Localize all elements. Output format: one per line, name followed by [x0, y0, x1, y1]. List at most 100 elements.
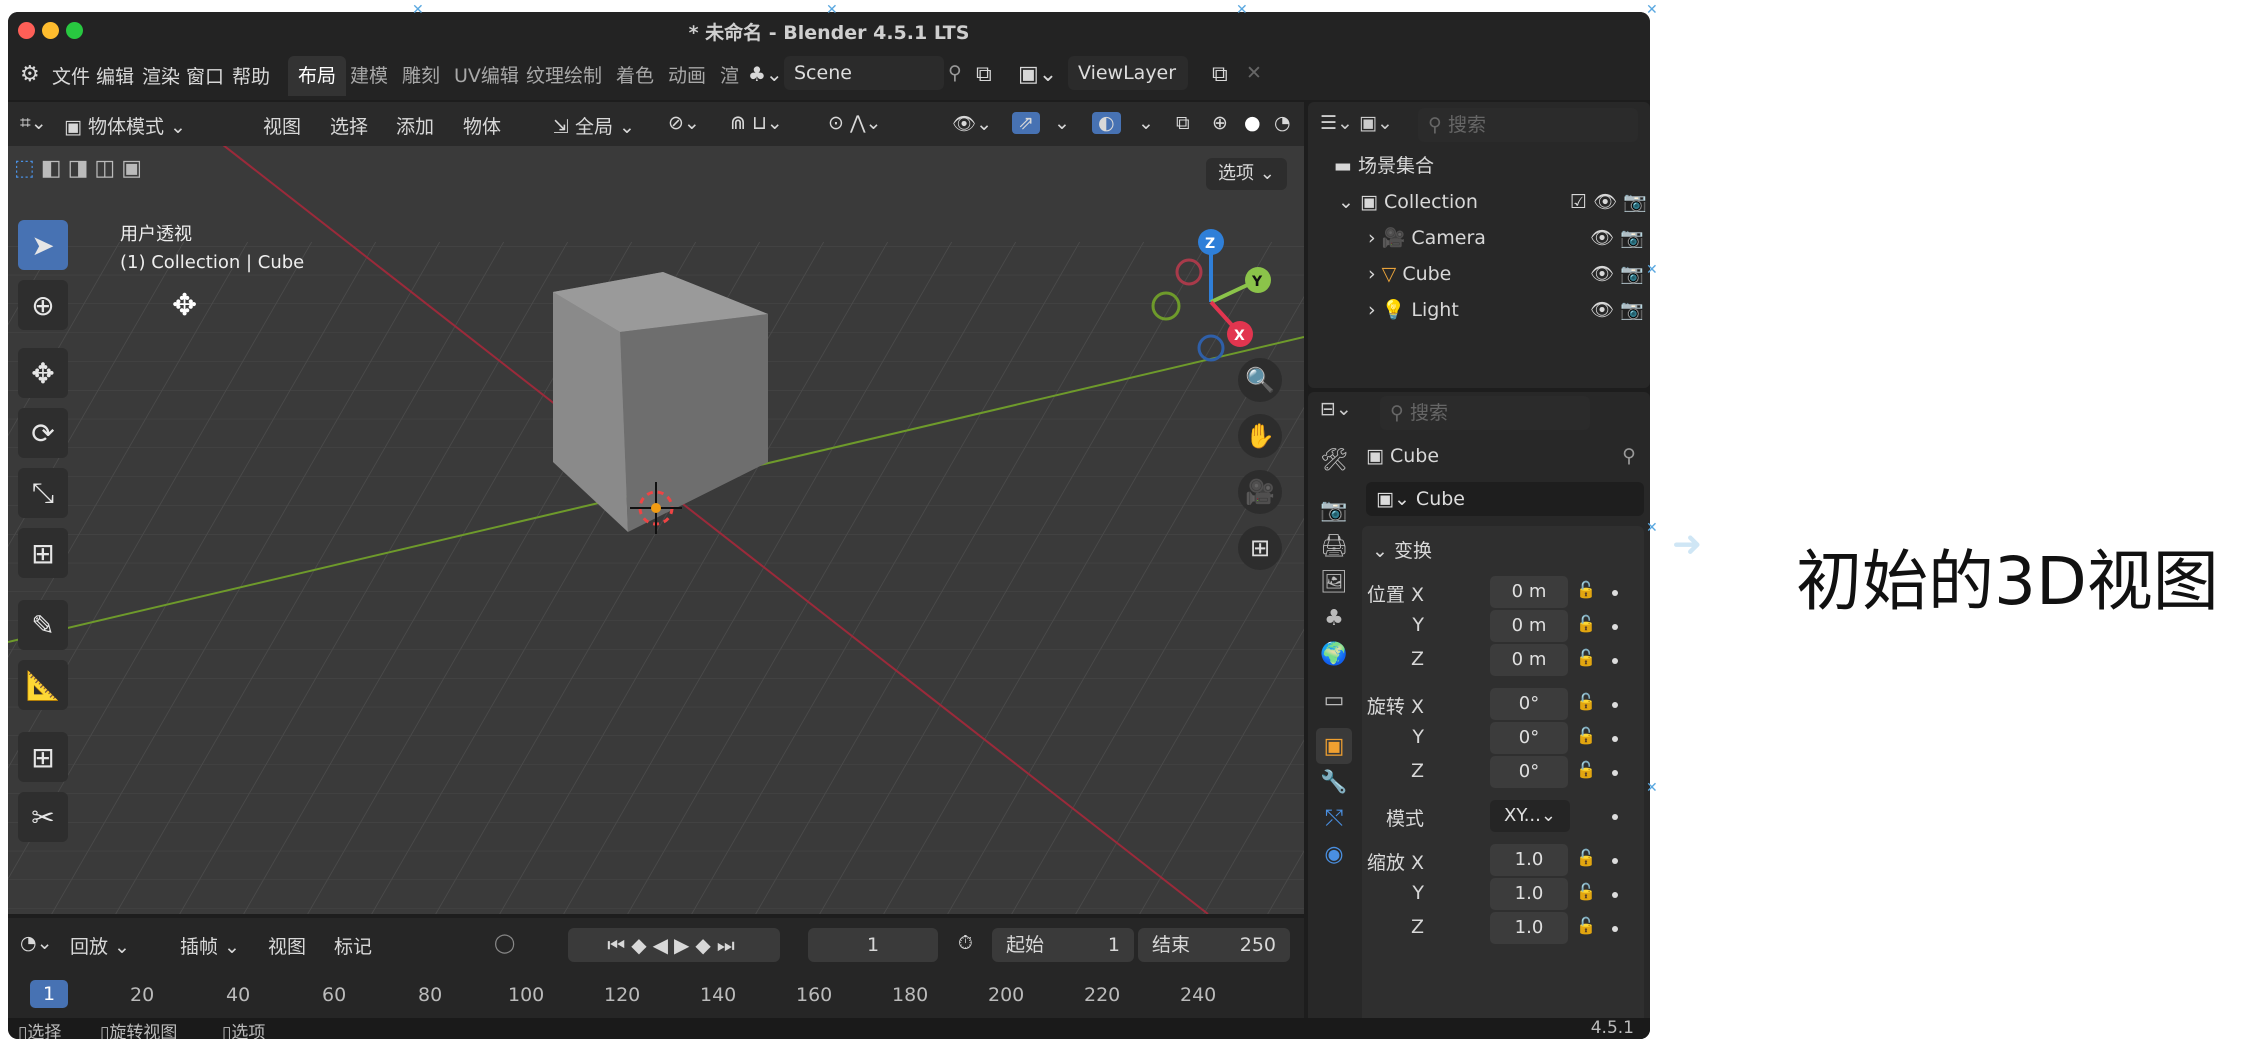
- keyframe-dot[interactable]: [1612, 658, 1618, 664]
- viewlayer-selector[interactable]: ViewLayer: [1068, 56, 1188, 90]
- lock-icon[interactable]: 🔓: [1576, 614, 1596, 633]
- overlay-toggle-icon[interactable]: ◐: [1092, 112, 1121, 134]
- outliner-item-camera[interactable]: › 🎥 Camera 👁 📷: [1308, 220, 1650, 256]
- start-frame-field[interactable]: 起始 1: [992, 928, 1134, 962]
- rotation-x-field[interactable]: 0°: [1490, 688, 1568, 720]
- timeline-menu-view[interactable]: 视图: [268, 932, 306, 959]
- proportional-edit-icon[interactable]: ⊙ ⋀⌄: [828, 112, 881, 134]
- workspace-tab-texture-paint[interactable]: 纹理绘制: [516, 56, 612, 96]
- rotation-y-field[interactable]: 0°: [1490, 722, 1568, 754]
- workspace-tab-layout[interactable]: 布局: [288, 56, 347, 96]
- blender-logo-icon[interactable]: ⚙: [20, 62, 40, 87]
- pan-hand-icon[interactable]: ✋: [1238, 414, 1282, 458]
- pin-icon[interactable]: ⚲: [948, 62, 962, 84]
- zoom-icon[interactable]: 🔍: [1238, 358, 1282, 402]
- scale-y-field[interactable]: 1.0: [1490, 878, 1568, 910]
- select-intersect-icon[interactable]: ▣: [121, 156, 148, 181]
- location-y-field[interactable]: 0 m: [1490, 610, 1568, 642]
- material-shading-icon[interactable]: ◔: [1274, 112, 1291, 134]
- outliner-search[interactable]: ⚲ 搜索: [1418, 108, 1638, 142]
- play-icon[interactable]: ▶: [674, 933, 695, 957]
- next-keyframe-icon[interactable]: ◆: [695, 933, 716, 957]
- scale-z-field[interactable]: 1.0: [1490, 912, 1568, 944]
- measure-tool[interactable]: 📐: [18, 660, 68, 710]
- menu-view[interactable]: 视图: [263, 112, 301, 139]
- current-frame-field[interactable]: 1: [808, 928, 938, 962]
- object-tab-icon[interactable]: ▣: [1316, 728, 1352, 764]
- keyframe-dot[interactable]: [1612, 858, 1618, 864]
- menu-select[interactable]: 选择: [330, 112, 368, 139]
- physics-tab-icon[interactable]: ◉: [1316, 836, 1352, 872]
- menu-add[interactable]: 添加: [396, 112, 434, 139]
- workspace-tab-modeling[interactable]: 建模: [340, 56, 398, 96]
- lock-icon[interactable]: 🔓: [1576, 916, 1596, 935]
- tool-tab-icon[interactable]: 🛠: [1316, 442, 1352, 478]
- menu-help[interactable]: 帮助: [232, 62, 270, 89]
- perspective-toggle-icon[interactable]: ⊞: [1238, 526, 1282, 570]
- select-extend-icon[interactable]: ◧: [41, 156, 68, 181]
- keyframe-dot[interactable]: [1612, 814, 1618, 820]
- gizmo-dropdown-icon[interactable]: ⌄: [1054, 112, 1070, 134]
- wireframe-shading-icon[interactable]: ⊕: [1212, 112, 1228, 134]
- keyframe-dot[interactable]: [1612, 590, 1618, 596]
- lock-icon[interactable]: 🔓: [1576, 692, 1596, 711]
- mode-selector[interactable]: ▣ 物体模式 ⌄: [64, 112, 186, 139]
- viewlayer-icon[interactable]: ▣⌄: [1018, 62, 1057, 87]
- output-tab-icon[interactable]: 🖨: [1316, 528, 1352, 564]
- collection-row[interactable]: ⌄ ▣ Collection ☑ 👁 📷: [1308, 184, 1650, 220]
- lock-icon[interactable]: 🔓: [1576, 760, 1596, 779]
- keyframe-dot[interactable]: [1612, 770, 1618, 776]
- visibility-icon[interactable]: 👁⌄: [952, 112, 992, 135]
- workspace-tab-rendering[interactable]: 渲: [710, 56, 749, 96]
- location-x-field[interactable]: 0 m: [1490, 576, 1568, 608]
- rotate-tool[interactable]: ⟳: [18, 408, 68, 458]
- jump-start-icon[interactable]: ⏮: [607, 933, 631, 957]
- gizmo-toggle-icon[interactable]: ⇗: [1012, 112, 1040, 134]
- properties-search[interactable]: ⚲ 搜索: [1380, 396, 1590, 430]
- menu-render[interactable]: 渲染: [142, 62, 180, 89]
- rotation-z-field[interactable]: 0°: [1490, 756, 1568, 788]
- menu-object[interactable]: 物体: [463, 112, 501, 139]
- transform-orientation[interactable]: ⇲ 全局 ⌄: [553, 112, 635, 139]
- render-tab-icon[interactable]: 📷: [1316, 492, 1352, 528]
- menu-window[interactable]: 窗口: [186, 62, 224, 89]
- camera-view-icon[interactable]: 🎥: [1238, 470, 1282, 514]
- modifier-tab-icon[interactable]: 🔧: [1316, 764, 1352, 800]
- scale-tool[interactable]: ⤡: [18, 468, 68, 518]
- auto-keying-icon[interactable]: ◯: [494, 932, 515, 954]
- world-tab-icon[interactable]: 🌍: [1316, 636, 1352, 672]
- keyframe-dot[interactable]: [1612, 702, 1618, 708]
- select-box-tool[interactable]: ➤: [18, 220, 68, 270]
- properties-editor-icon[interactable]: ⊟⌄: [1320, 398, 1352, 420]
- workspace-tab-animation[interactable]: 动画: [658, 56, 716, 96]
- annotate-tool[interactable]: ✎: [18, 600, 68, 650]
- shear-tool[interactable]: ✂: [18, 792, 68, 842]
- playback-controls[interactable]: ⏮◆◀▶◆⏭: [568, 928, 780, 962]
- jump-end-icon[interactable]: ⏭: [717, 933, 741, 957]
- light-visibility-icons[interactable]: 👁 📷: [1590, 292, 1644, 328]
- keyframe-dot[interactable]: [1612, 926, 1618, 932]
- keyframe-dot[interactable]: [1612, 624, 1618, 630]
- new-viewlayer-icon[interactable]: ⧉: [1212, 62, 1228, 87]
- move-tool[interactable]: ✥: [18, 348, 68, 398]
- end-frame-field[interactable]: 结束 250: [1138, 928, 1290, 962]
- select-mode-buttons[interactable]: ⬚◧◨◫▣: [14, 156, 194, 188]
- solid-shading-icon[interactable]: ●: [1244, 112, 1261, 134]
- timeline-editor-type-icon[interactable]: ◔⌄: [20, 932, 53, 954]
- lock-icon[interactable]: 🔓: [1576, 726, 1596, 745]
- cube-visibility-icons[interactable]: 👁 📷: [1590, 256, 1644, 292]
- keyframe-dot[interactable]: [1612, 736, 1618, 742]
- scene-icon[interactable]: ♣⌄: [748, 62, 783, 86]
- overlay-dropdown-icon[interactable]: ⌄: [1138, 112, 1154, 134]
- menu-edit[interactable]: 编辑: [96, 62, 134, 89]
- outliner-item-cube[interactable]: › ▽ Cube 👁 📷: [1308, 256, 1650, 292]
- snap-icon[interactable]: ⋒ ⊔⌄: [730, 112, 783, 134]
- stopwatch-icon[interactable]: ⏱: [958, 932, 973, 954]
- keyframe-dot[interactable]: [1612, 892, 1618, 898]
- xray-icon[interactable]: ⧉: [1176, 112, 1190, 134]
- outliner-editor-icon[interactable]: ☰⌄ ▣⌄: [1320, 112, 1393, 134]
- new-scene-icon[interactable]: ⧉: [976, 62, 992, 87]
- 3d-viewport[interactable]: Z Y X ⌗⌄ ▣ 物体模式 ⌄ 视图 选择 添加 物体 ⇲ 全局 ⌄ ⊘⌄ …: [8, 102, 1304, 914]
- options-dropdown[interactable]: 选项 ⌄: [1206, 158, 1287, 190]
- pivot-point-icon[interactable]: ⊘⌄: [668, 112, 700, 134]
